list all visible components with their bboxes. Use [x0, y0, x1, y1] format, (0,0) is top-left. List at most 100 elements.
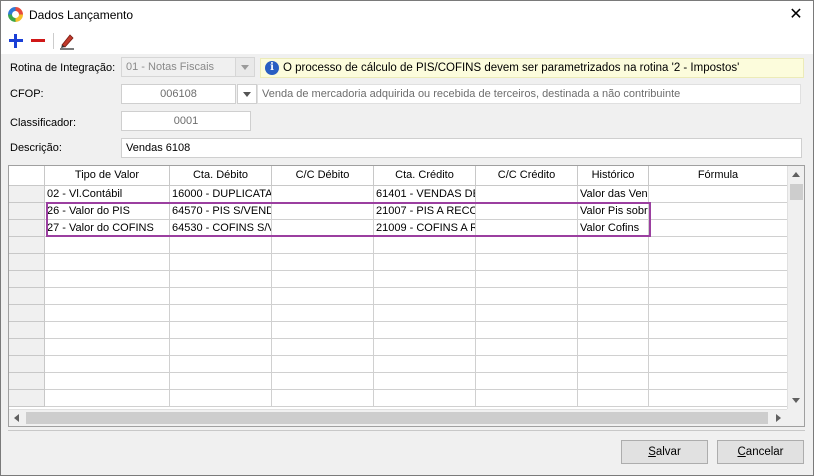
rotina-dropdown-arrow[interactable]: [235, 57, 255, 77]
grid-cell[interactable]: [649, 271, 788, 288]
row-header[interactable]: [9, 390, 45, 407]
row-header[interactable]: [9, 339, 45, 356]
grid-cell[interactable]: 61401 - VENDAS DE: [374, 186, 476, 203]
grid-cell[interactable]: Valor das Vend: [578, 186, 649, 203]
grid-cell[interactable]: [476, 288, 578, 305]
grid-cell[interactable]: [476, 271, 578, 288]
grid-cell[interactable]: [578, 288, 649, 305]
cfop-input[interactable]: 006108: [121, 84, 236, 104]
grid-cell[interactable]: [45, 305, 170, 322]
grid-cell[interactable]: [578, 390, 649, 407]
grid-cell[interactable]: [45, 254, 170, 271]
scroll-right-icon[interactable]: [770, 410, 787, 426]
grid-cell[interactable]: [649, 186, 788, 203]
row-header[interactable]: [9, 237, 45, 254]
grid-cell[interactable]: [578, 305, 649, 322]
grid-cell[interactable]: [476, 186, 578, 203]
col-header-historico[interactable]: Histórico: [578, 166, 649, 186]
descricao-input[interactable]: Vendas 6108: [121, 138, 802, 158]
grid-cell[interactable]: [476, 203, 578, 220]
grid-cell[interactable]: [649, 220, 788, 237]
grid-cell[interactable]: [476, 305, 578, 322]
grid-cell[interactable]: 21009 - COFINS A R: [374, 220, 476, 237]
grid-cell[interactable]: [272, 203, 374, 220]
grid-cell[interactable]: 21007 - PIS A RECO: [374, 203, 476, 220]
horizontal-scroll-thumb[interactable]: [26, 412, 768, 424]
grid-cell[interactable]: [170, 288, 272, 305]
row-header[interactable]: [9, 220, 45, 237]
close-button[interactable]: ✕: [779, 1, 813, 29]
grid-cell[interactable]: [272, 186, 374, 203]
grid-cell[interactable]: [272, 237, 374, 254]
grid-cell[interactable]: [374, 288, 476, 305]
col-header-cc-credito[interactable]: C/C Crédito: [476, 166, 578, 186]
col-header-cta-credito[interactable]: Cta. Crédito: [374, 166, 476, 186]
grid-cell[interactable]: [45, 288, 170, 305]
grid-cell[interactable]: [170, 305, 272, 322]
grid-cell[interactable]: [649, 339, 788, 356]
grid-cell[interactable]: [476, 254, 578, 271]
col-header-tipo-valor[interactable]: Tipo de Valor: [45, 166, 170, 186]
grid-cell[interactable]: [272, 373, 374, 390]
grid-cell[interactable]: [374, 254, 476, 271]
grid-cell[interactable]: [45, 322, 170, 339]
grid-cell[interactable]: [649, 305, 788, 322]
row-header[interactable]: [9, 186, 45, 203]
row-header[interactable]: [9, 254, 45, 271]
grid-cell[interactable]: [272, 356, 374, 373]
grid-cell[interactable]: [45, 271, 170, 288]
grid-cell[interactable]: [374, 356, 476, 373]
grid-cell[interactable]: [578, 339, 649, 356]
edit-button[interactable]: [57, 31, 77, 51]
row-header[interactable]: [9, 305, 45, 322]
grid-cell[interactable]: [170, 356, 272, 373]
grid-cell[interactable]: [170, 339, 272, 356]
grid-cell[interactable]: [272, 339, 374, 356]
grid-cell[interactable]: [374, 390, 476, 407]
col-header-cta-debito[interactable]: Cta. Débito: [170, 166, 272, 186]
grid-cell[interactable]: [374, 237, 476, 254]
grid-cell[interactable]: [170, 254, 272, 271]
remove-button[interactable]: [29, 31, 49, 51]
classificador-input[interactable]: 0001: [121, 111, 251, 131]
grid-cell[interactable]: [649, 237, 788, 254]
grid-cell[interactable]: [476, 390, 578, 407]
salvar-button[interactable]: Salvar: [621, 440, 708, 464]
vertical-scroll-thumb[interactable]: [790, 184, 803, 200]
grid-cell[interactable]: [170, 390, 272, 407]
col-header-cc-debito[interactable]: C/C Débito: [272, 166, 374, 186]
grid-cell[interactable]: [476, 373, 578, 390]
grid-cell[interactable]: [170, 373, 272, 390]
grid-cell[interactable]: [649, 288, 788, 305]
row-header[interactable]: [9, 271, 45, 288]
scroll-left-icon[interactable]: [9, 410, 26, 426]
cancelar-button[interactable]: Cancelar: [717, 440, 804, 464]
grid-cell[interactable]: 02 - Vl.Contábil: [45, 186, 170, 203]
col-header-formula[interactable]: Fórmula: [649, 166, 788, 186]
grid-cell[interactable]: [476, 220, 578, 237]
grid-horizontal-scrollbar[interactable]: [9, 409, 787, 426]
grid-cell[interactable]: [578, 322, 649, 339]
grid-cell[interactable]: [170, 271, 272, 288]
grid-cell[interactable]: 27 - Valor do COFINS: [45, 220, 170, 237]
row-header[interactable]: [9, 356, 45, 373]
grid-cell[interactable]: [374, 322, 476, 339]
grid-cell[interactable]: [476, 322, 578, 339]
grid-cell[interactable]: [649, 203, 788, 220]
grid-cell[interactable]: [272, 305, 374, 322]
grid-cell[interactable]: [578, 271, 649, 288]
grid-cell[interactable]: [578, 373, 649, 390]
grid-cell[interactable]: [272, 220, 374, 237]
grid-cell[interactable]: [649, 322, 788, 339]
grid-cell[interactable]: 64570 - PIS S/VEND.: [170, 203, 272, 220]
grid-cell[interactable]: [272, 288, 374, 305]
grid-cell[interactable]: [476, 237, 578, 254]
grid-cell[interactable]: [649, 373, 788, 390]
grid-cell[interactable]: [45, 237, 170, 254]
add-button[interactable]: [7, 31, 27, 51]
grid-cell[interactable]: [374, 271, 476, 288]
row-header[interactable]: [9, 373, 45, 390]
grid-cell[interactable]: Valor Cofins: [578, 220, 649, 237]
grid-cell[interactable]: [476, 356, 578, 373]
grid-cell[interactable]: Valor Pis sobre: [578, 203, 649, 220]
